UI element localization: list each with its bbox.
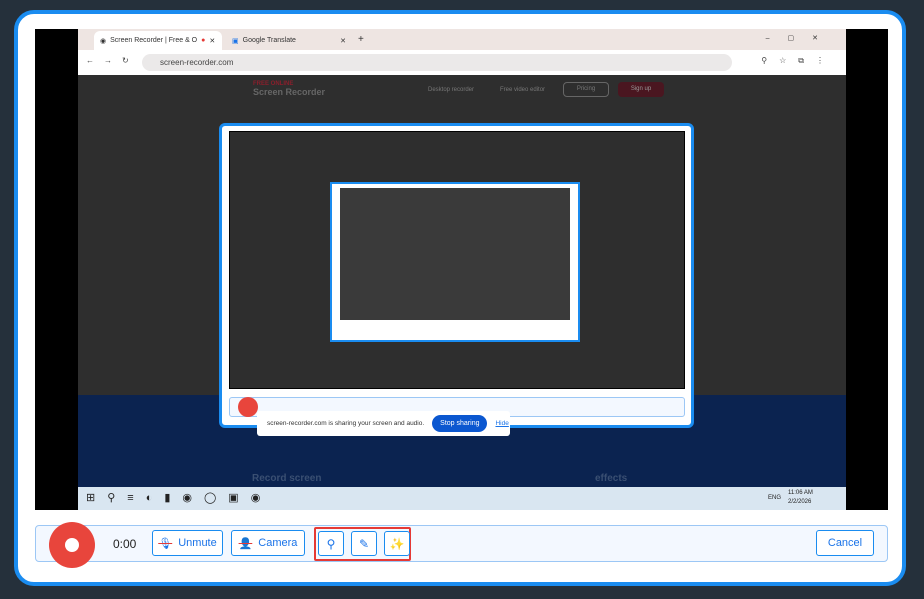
nested-screen xyxy=(229,131,685,389)
recording-icon: ● xyxy=(201,37,205,44)
search-icon: ⚲ xyxy=(327,537,336,551)
nav-video-editor[interactable]: Free video editor xyxy=(500,87,545,93)
sharing-text: screen-recorder.com is sharing your scre… xyxy=(267,420,424,427)
sharing-notification: screen-recorder.com is sharing your scre… xyxy=(257,411,510,436)
unmute-label: Unmute xyxy=(178,537,217,549)
zoom-button[interactable]: ⚲ xyxy=(318,531,344,556)
nested-record xyxy=(238,397,258,417)
clock-time[interactable]: 11:06 AM xyxy=(788,490,813,496)
record-button[interactable] xyxy=(49,522,95,568)
close-icon[interactable]: ✕ xyxy=(209,37,215,45)
feature-record-screen: Record screen xyxy=(252,473,321,484)
nested-screen-2 xyxy=(340,188,570,320)
translate-icon: ▣ xyxy=(232,37,239,45)
hide-link[interactable]: Hide xyxy=(495,420,508,427)
nav-desktop-recorder[interactable]: Desktop recorder xyxy=(428,87,474,93)
tab-label: Screen Recorder | Free & O xyxy=(110,37,197,44)
mic-muted-icon: 🎙 xyxy=(158,537,172,550)
draw-button[interactable]: ✎ xyxy=(351,531,377,556)
recursive-preview xyxy=(219,123,694,428)
pen-icon: ✎ xyxy=(359,537,369,551)
tab-screen-recorder[interactable]: ◉ Screen Recorder | Free & O ● ✕ xyxy=(94,31,222,50)
clock-date[interactable]: 2/2/2026 xyxy=(788,499,811,505)
unmute-button[interactable]: 🎙 Unmute xyxy=(152,530,223,556)
nav-icons[interactable]: ←→↻ xyxy=(86,56,139,65)
close-icon[interactable]: ✕ xyxy=(340,37,346,45)
tab-label: Google Translate xyxy=(243,37,296,44)
feature-effects: effects xyxy=(595,473,627,484)
stop-sharing-button[interactable]: Stop sharing xyxy=(432,415,487,432)
window-controls[interactable]: –▢✕ xyxy=(766,34,836,42)
nested-frame xyxy=(330,182,580,342)
address-bar: ←→↻ screen-recorder.com ⚲☆⧉⋮ xyxy=(78,50,846,75)
tab-google-translate[interactable]: ▣ Google Translate ✕ xyxy=(226,31,352,50)
language-indicator[interactable]: ENG xyxy=(768,495,781,501)
taskbar-icons[interactable]: ⊞⚲≡◐▮◉◯▣◉ xyxy=(86,491,272,504)
logo: Screen Recorder xyxy=(253,87,325,97)
pricing-button[interactable]: Pricing xyxy=(563,82,609,97)
windows-taskbar: ⊞⚲≡◐▮◉◯▣◉ ENG 11:06 AM 2/2/2026 xyxy=(78,487,846,510)
camera-off-icon: 👤 xyxy=(239,537,253,550)
effects-button[interactable]: ✨ xyxy=(384,531,410,556)
toolbar-icons[interactable]: ⚲☆⧉⋮ xyxy=(761,56,836,66)
new-tab-icon[interactable]: + xyxy=(358,34,364,45)
cancel-button[interactable]: Cancel xyxy=(816,530,874,556)
camera-button[interactable]: 👤 Camera xyxy=(231,530,305,556)
confetti-icon: ✨ xyxy=(390,537,405,551)
tab-bar: ◉ Screen Recorder | Free & O ● ✕ ▣ Google Tr… xyxy=(78,29,846,50)
timer: 0:00 xyxy=(113,537,136,551)
site-icon: ◉ xyxy=(100,37,106,45)
url-field[interactable]: screen-recorder.com xyxy=(142,54,732,71)
camera-label: Camera xyxy=(258,537,297,549)
signup-button[interactable]: Sign up xyxy=(618,82,664,97)
url-text: screen-recorder.com xyxy=(160,58,233,67)
